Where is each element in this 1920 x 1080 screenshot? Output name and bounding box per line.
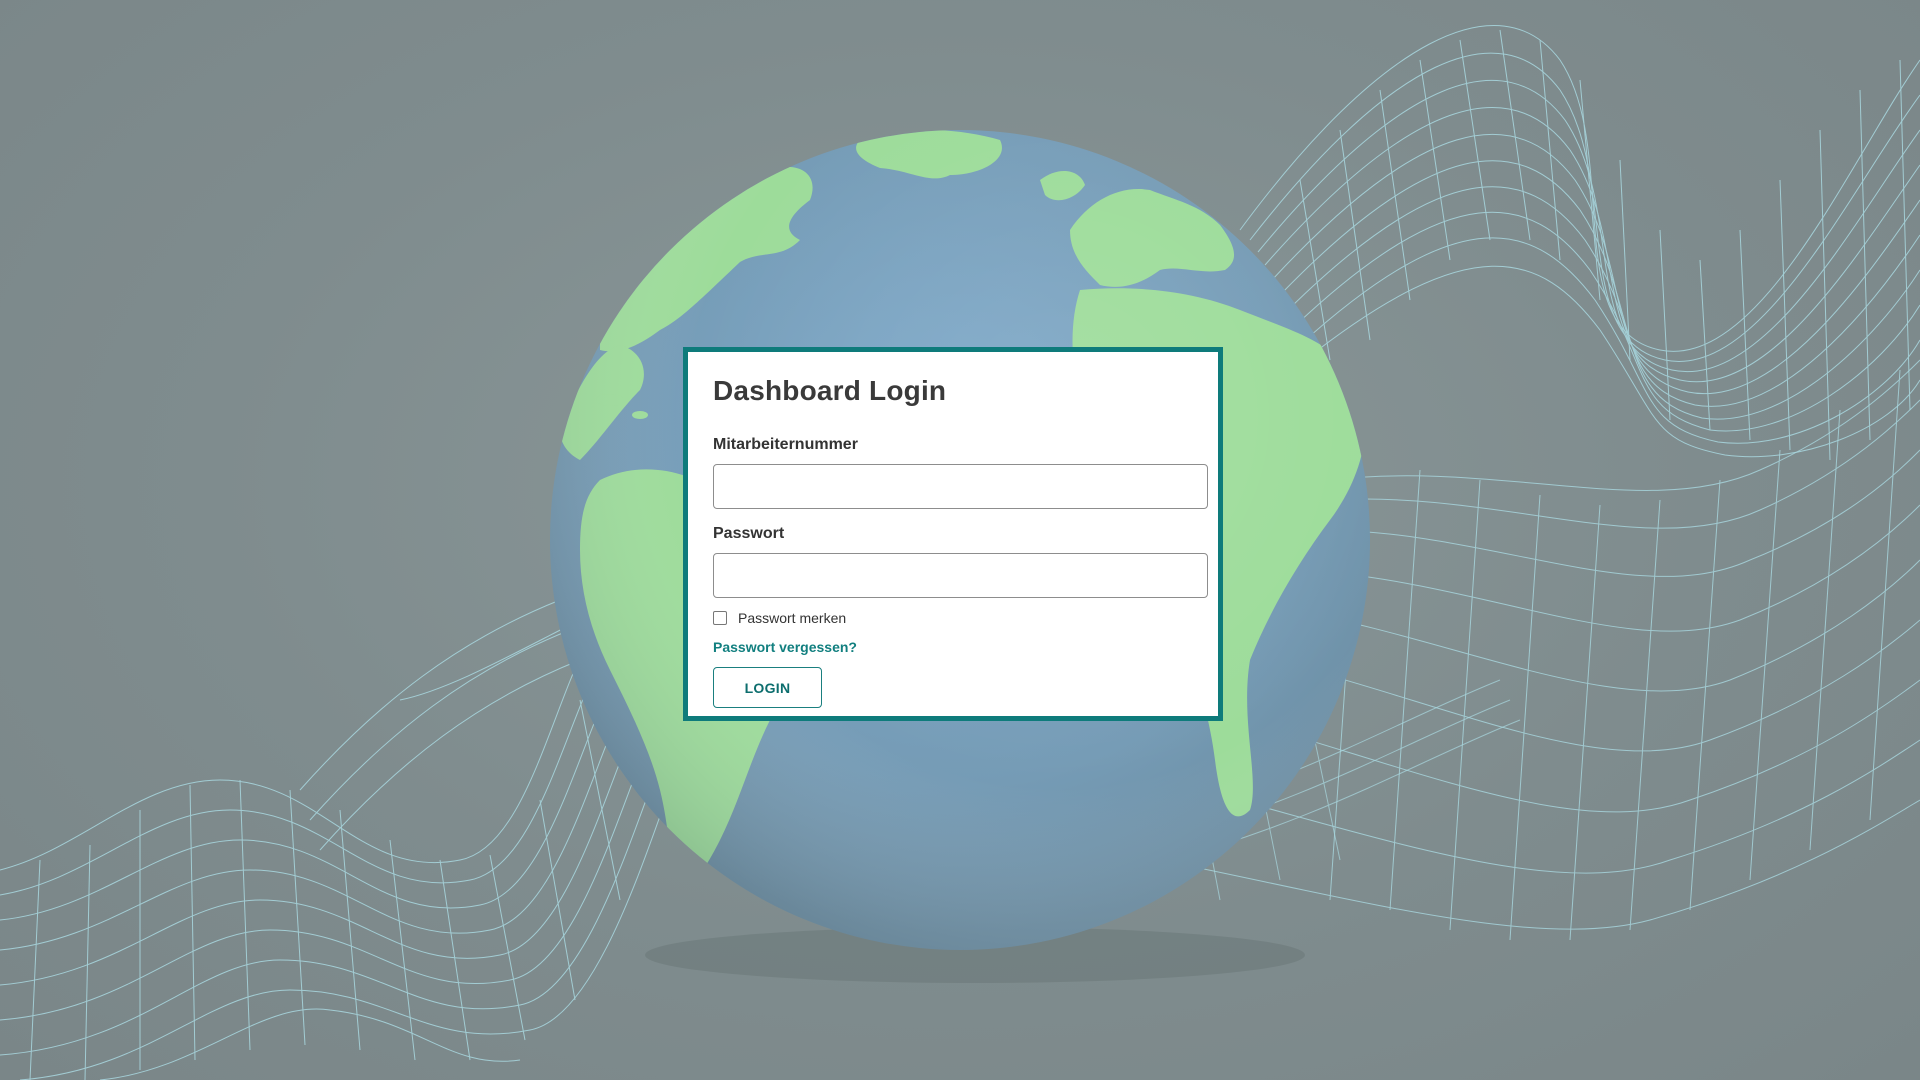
remember-password-row: Passwort merken (713, 609, 1194, 627)
login-card: Dashboard Login Mitarbeiternummer Passwo… (683, 347, 1223, 721)
login-button[interactable]: LOGIN (713, 667, 822, 708)
password-label: Passwort (713, 525, 785, 542)
employee-number-label: Mitarbeiternummer (713, 436, 858, 453)
employee-number-input[interactable] (713, 464, 1208, 509)
password-input[interactable] (713, 553, 1208, 598)
checkbox-unchecked-icon[interactable] (713, 611, 727, 625)
forgot-password-link[interactable]: Passwort vergessen? (713, 639, 857, 655)
login-title: Dashboard Login (713, 375, 947, 406)
remember-password-label[interactable]: Passwort merken (738, 610, 846, 626)
